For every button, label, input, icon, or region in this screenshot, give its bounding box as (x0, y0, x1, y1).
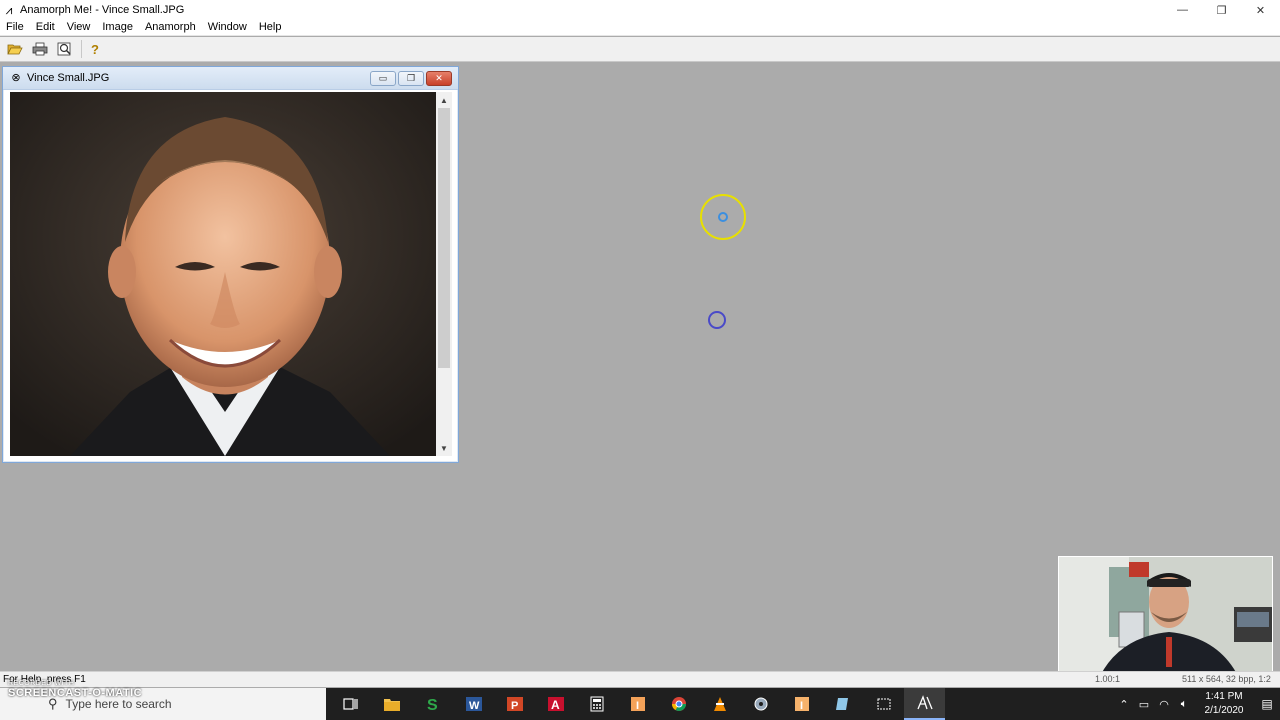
zoom-icon[interactable] (54, 39, 76, 59)
powerpoint-icon[interactable]: P (494, 688, 535, 720)
app-title: Anamorph Me! - Vince Small.JPG (20, 4, 185, 16)
scroll-up-icon[interactable]: ▲ (436, 92, 452, 108)
window-controls: — ❐ ✕ (1163, 0, 1280, 20)
app-gear-icon[interactable] (740, 688, 781, 720)
menu-view[interactable]: View (61, 21, 97, 33)
child-close-button[interactable]: ✕ (426, 71, 452, 86)
notification-icon[interactable]: ▤ (1254, 697, 1280, 711)
child-titlebar[interactable]: ⊗ Vince Small.JPG ▭ ❐ ✕ (3, 67, 458, 90)
system-tray: ⌃ ▭ ◠ 🔈︎ 1:41 PM 2/1/2020 ▤ (1114, 688, 1280, 720)
word-icon[interactable]: W (453, 688, 494, 720)
cursor-highlight-ring (700, 194, 746, 240)
svg-text:I: I (800, 700, 803, 712)
task-view-icon[interactable] (330, 688, 371, 720)
sketchup-icon[interactable]: S (412, 688, 453, 720)
inventor-secondary-icon[interactable]: I (781, 688, 822, 720)
chrome-icon[interactable] (658, 688, 699, 720)
toolbar: ? (0, 37, 1280, 62)
clock-date: 2/1/2020 (1204, 705, 1244, 716)
minimize-button[interactable]: — (1163, 0, 1202, 20)
scroll-down-icon[interactable]: ▼ (436, 440, 452, 456)
vlc-icon[interactable] (699, 688, 740, 720)
menu-image[interactable]: Image (96, 21, 139, 33)
toolbar-separator (81, 40, 82, 58)
svg-text:A: A (551, 698, 560, 712)
clock[interactable]: 1:41 PM 2/1/2020 (1194, 690, 1254, 718)
restore-button[interactable]: ❐ (1202, 0, 1241, 20)
battery-icon[interactable]: ▭ (1134, 698, 1154, 711)
app-titlebar: ⩘ Anamorph Me! - Vince Small.JPG — ❐ ✕ (0, 0, 1280, 20)
menu-bar: File Edit View Image Anamorph Window Hel… (0, 19, 1280, 36)
svg-text:P: P (511, 700, 518, 712)
child-minimize-button[interactable]: ▭ (370, 71, 396, 86)
child-restore-button[interactable]: ❐ (398, 71, 424, 86)
help-icon[interactable]: ? (84, 39, 106, 59)
watermark-top: RECORDED WITH (8, 680, 75, 687)
portrait-photo (10, 92, 436, 456)
child-title: Vince Small.JPG (27, 72, 110, 84)
file-explorer-icon[interactable] (371, 688, 412, 720)
search-placeholder: Type here to search (65, 697, 172, 711)
click-indicator-ring (708, 311, 726, 329)
status-zoom: 1.00:1 (1095, 674, 1121, 684)
wifi-icon[interactable]: ◠ (1154, 698, 1174, 711)
svg-text:W: W (469, 700, 480, 712)
calculator-icon[interactable] (576, 688, 617, 720)
scroll-thumb[interactable] (438, 108, 450, 368)
menu-window[interactable]: Window (202, 21, 253, 33)
webcam-overlay (1058, 556, 1273, 677)
child-vertical-scrollbar[interactable]: ▲ ▼ (436, 92, 452, 456)
status-bar: For Help, press F1 1.00:1 511 x 564, 32 … (0, 671, 1280, 687)
snipping-tool-icon[interactable] (863, 688, 904, 720)
svg-text:S: S (427, 697, 438, 713)
clock-time: 1:41 PM (1205, 691, 1243, 702)
status-image-info: 511 x 564, 32 bpp, 1:2 (1182, 674, 1271, 684)
child-window-controls: ▭ ❐ ✕ (368, 71, 452, 86)
menu-edit[interactable]: Edit (30, 21, 61, 33)
image-child-window: ⊗ Vince Small.JPG ▭ ❐ ✕ ▲ ▼ (2, 66, 459, 463)
volume-icon[interactable]: 🔈︎ (1174, 698, 1194, 711)
taskbar: ⚲ Type here to search S W P A I I ⌃ ▭ ◠ … (0, 688, 1280, 720)
printer-icon[interactable] (29, 39, 51, 59)
menu-file[interactable]: File (0, 21, 30, 33)
inventor-icon[interactable]: I (617, 688, 658, 720)
close-button[interactable]: ✕ (1241, 0, 1280, 20)
workspace-scrollbar[interactable] (1272, 62, 1280, 670)
menu-anamorph[interactable]: Anamorph (139, 21, 202, 33)
svg-text:?: ? (91, 42, 99, 56)
autocad-icon[interactable]: A (535, 688, 576, 720)
svg-text:I: I (636, 700, 639, 712)
notepad-icon[interactable] (822, 688, 863, 720)
anamorph-task-icon[interactable] (904, 688, 945, 720)
watermark-brand: SCREENCAST-O-MATIC (8, 687, 143, 699)
recording-watermark: RECORDED WITH SCREENCAST-O-MATIC (8, 680, 142, 699)
menu-help[interactable]: Help (253, 21, 288, 33)
chevron-up-icon[interactable]: ⌃ (1114, 698, 1134, 711)
anamorph-icon: ⊗ (11, 72, 21, 84)
cursor-dot-icon (718, 212, 728, 222)
folder-open-icon[interactable] (4, 39, 26, 59)
taskbar-apps: S W P A I I (330, 688, 945, 720)
app-icon: ⩘ (5, 3, 13, 17)
